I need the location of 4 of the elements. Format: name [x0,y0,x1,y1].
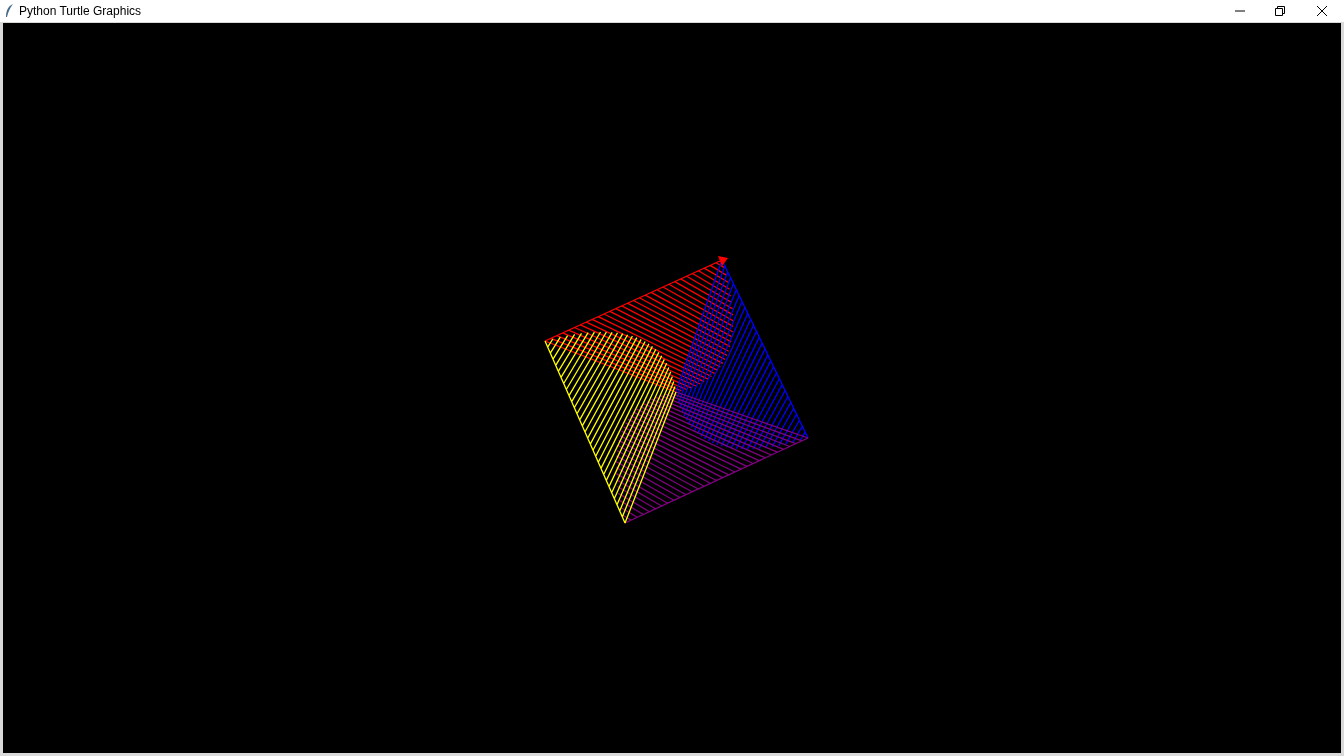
restore-icon [1275,6,1285,16]
close-icon [1317,6,1327,16]
window-title: Python Turtle Graphics [19,3,142,20]
feather-icon [5,4,14,18]
